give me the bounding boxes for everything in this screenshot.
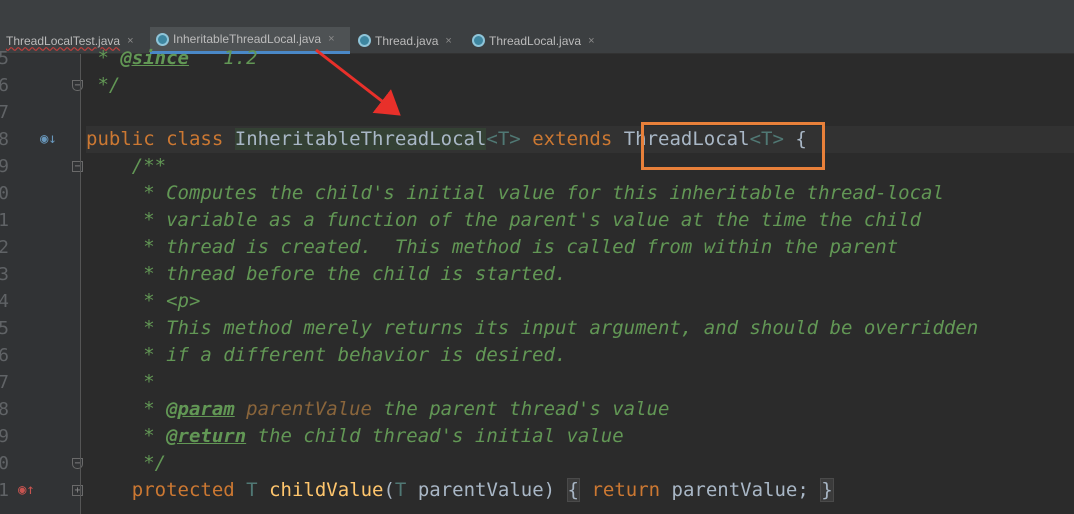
annotation-arrow: [315, 48, 401, 116]
